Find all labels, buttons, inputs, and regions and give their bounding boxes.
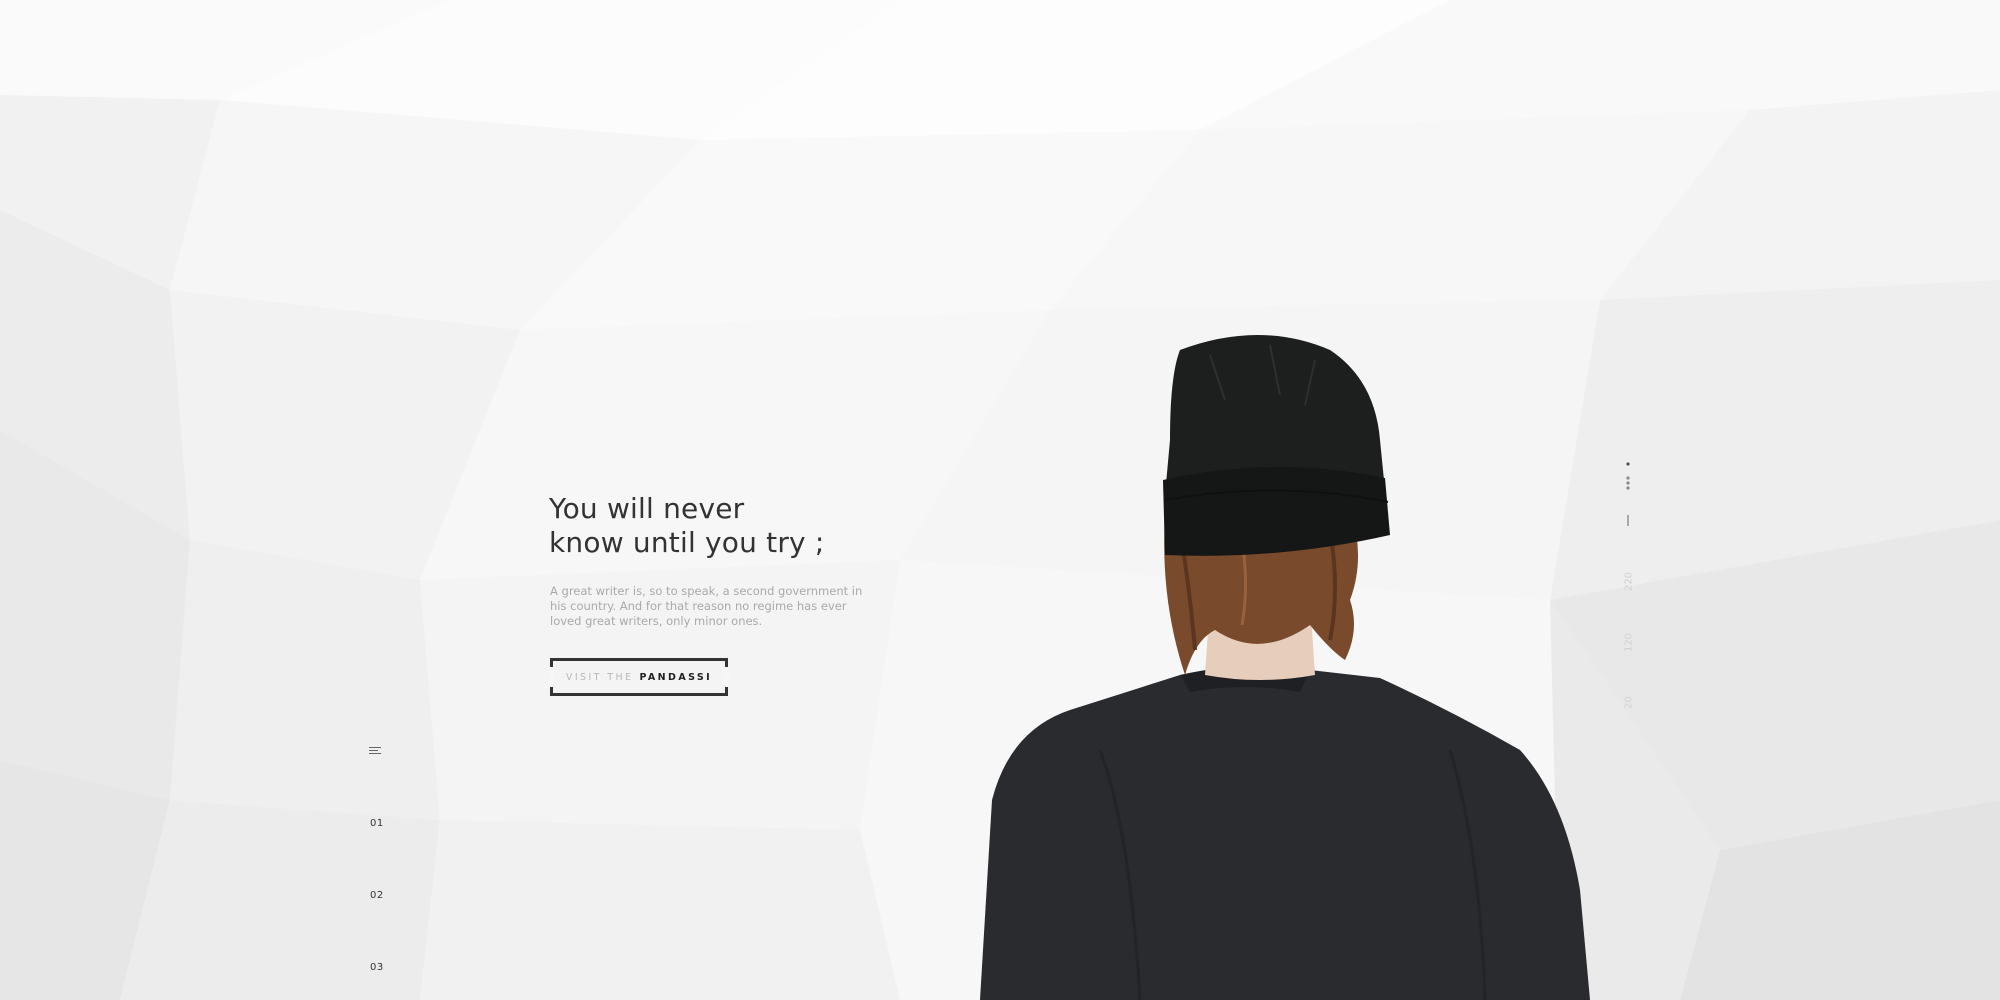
hero-person-image	[980, 335, 1590, 1000]
side-nav-item-01[interactable]: 01	[370, 818, 384, 829]
side-nav-item-03[interactable]: 03	[370, 962, 384, 973]
hero-title: You will never know until you try ;	[549, 492, 825, 560]
hero-title-line-2: know until you try ;	[549, 526, 825, 559]
dots-indicator-icon	[1626, 462, 1630, 526]
cta-prefix: VISIT THE	[565, 671, 634, 683]
side-nav-item-02[interactable]: 02	[370, 890, 384, 901]
hero-title-line-1: You will never	[549, 492, 745, 525]
vertical-number-220: 220	[1623, 571, 1635, 592]
hero-description: A great writer is, so to speak, a second…	[550, 584, 863, 628]
vertical-number-20: 20	[1623, 696, 1635, 709]
cta-brand: PANDASSI	[639, 671, 713, 683]
menu-icon[interactable]	[369, 747, 381, 757]
vertical-number-120: 120	[1623, 632, 1635, 653]
visit-pandassi-button[interactable]: VISIT THE PANDASSI	[549, 658, 729, 696]
